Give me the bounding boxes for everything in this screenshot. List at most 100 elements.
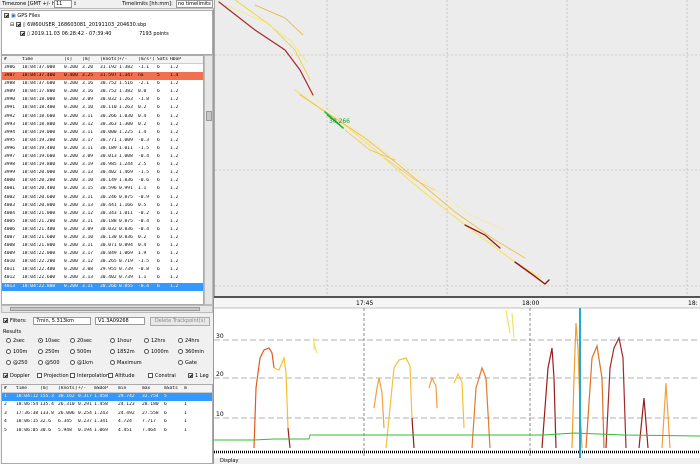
table-column-header[interactable]: [knots] xyxy=(100,57,119,62)
results-row[interactable]: 5 18:06:05 30.6 5.948 0.194 1.069 4.451 7.464 6 1 xyxy=(2,427,212,435)
results-option[interactable]: 2sec xyxy=(6,338,25,344)
results-option[interactable]: 1hour xyxy=(110,338,132,344)
results-column-header[interactable]: max xyxy=(142,386,150,391)
table-row[interactable]: 3998 18:04:19.800 0.200 3.19 30.985 1.244 2.5 6… xyxy=(2,161,203,169)
trackpoint-table[interactable]: # time [s] [m] [knots] +/- [m/s²] Sats HDoP 3986… xyxy=(1,55,204,305)
results-table[interactable]: # time [m] [knots] +/- mSDoP min max mSats m 1 18:… xyxy=(1,384,213,464)
results-checkbox-item[interactable]: Altitude xyxy=(108,373,135,379)
scroll-thumb[interactable] xyxy=(206,111,212,121)
radio-button[interactable] xyxy=(38,360,43,365)
results-option[interactable]: 250m xyxy=(38,349,59,355)
results-column-header[interactable]: mSDoP xyxy=(94,386,108,391)
table-row[interactable]: 3995 18:04:19.200 0.200 3.17 30.771 1.009 -0.3… xyxy=(2,137,203,145)
table-row[interactable]: 3996 18:04:19.400 0.200 3.11 30.189 1.011 -1.5… xyxy=(2,145,203,153)
radio-button[interactable] xyxy=(178,360,183,365)
timezone-input[interactable]: 11 xyxy=(54,0,72,8)
radio-button[interactable] xyxy=(70,360,75,365)
filters-checkbox[interactable] xyxy=(3,318,8,323)
radio-button[interactable] xyxy=(110,349,115,354)
table-row[interactable]: 4006 18:04:21.400 0.200 3.09 30.032 0.836 -0.4… xyxy=(2,226,203,234)
table-row[interactable]: 3989 18:04:17.800 0.200 3.16 30.752 1.382 0.0 6… xyxy=(2,88,203,96)
radio-button[interactable] xyxy=(70,338,75,343)
results-column-header[interactable]: time xyxy=(16,386,27,391)
radio-button[interactable] xyxy=(144,349,149,354)
table-row[interactable]: 3987 18:04:37.400 0.400 3.25 31.597 1.347 na 5 1… xyxy=(2,72,203,81)
table-column-header[interactable]: +/- xyxy=(119,57,127,62)
table-row[interactable]: 3994 18:04:19.000 0.200 3.11 30.000 1.225 1.4 6… xyxy=(2,129,203,137)
results-option[interactable]: 1000m xyxy=(144,349,169,355)
results-checkbox-item[interactable]: 1 Leg xyxy=(188,373,209,379)
table-row[interactable]: 3999 18:04:20.000 0.200 3.13 30.402 1.469 -1.5… xyxy=(2,169,203,177)
table-row[interactable]: 4003 18:04:20.800 0.200 3.13 30.441 1.166 0.5 6… xyxy=(2,202,203,210)
results-option[interactable]: 1852m xyxy=(110,349,135,355)
checkbox[interactable] xyxy=(188,373,193,378)
table-row[interactable]: 4009 18:04:22.000 0.200 3.17 30.849 1.069 1.9 6… xyxy=(2,250,203,258)
table-column-header[interactable]: [s] xyxy=(64,57,72,62)
table-column-header[interactable]: [m/s²] xyxy=(138,57,155,62)
table-column-header[interactable]: time xyxy=(22,57,33,62)
table-row[interactable]: 3988 18:04:37.600 0.200 3.16 30.752 1.516 -2.1… xyxy=(2,80,203,88)
table-row[interactable]: 4008 18:04:21.800 0.200 3.11 30.071 0.894 0.4 6… xyxy=(2,242,203,250)
table-row[interactable]: 4005 18:04:21.200 0.200 3.11 30.188 0.875 -0.4… xyxy=(2,218,203,226)
tree-file[interactable]: ⊟ ▯ 6W60USER_168603081_20191103_204630.s… xyxy=(10,22,146,28)
radio-button[interactable] xyxy=(110,360,115,365)
results-column-header[interactable]: min xyxy=(118,386,126,391)
table-row[interactable]: 4002 18:04:20.600 0.200 3.11 30.246 0.875 -0.9… xyxy=(2,194,203,202)
radio-button[interactable] xyxy=(144,338,149,343)
table-row[interactable]: 4004 18:04:21.000 0.200 3.12 30.343 1.011 -0.2… xyxy=(2,210,203,218)
results-option[interactable]: Gate xyxy=(178,360,197,366)
results-checkbox-item[interactable]: Constrai xyxy=(148,373,176,379)
radio-button[interactable] xyxy=(6,349,11,354)
table-column-header[interactable]: Sats xyxy=(157,57,168,62)
results-row[interactable]: 4 18:06:15 32.6 6.345 0.237 1.341 4.724 7.717 6 1 xyxy=(2,418,212,426)
results-option[interactable]: 20sec xyxy=(70,338,92,344)
table-row[interactable]: 4001 18:04:20.400 0.200 3.15 30.596 0.991 1.1 6… xyxy=(2,185,203,193)
results-column-header[interactable]: mSats xyxy=(164,386,178,391)
results-column-header[interactable]: # xyxy=(4,386,7,391)
table-row[interactable]: 4007 18:04:21.600 0.200 3.10 30.130 0.836 0.2 6… xyxy=(2,234,203,242)
table-column-header[interactable]: HDoP xyxy=(170,57,181,62)
checkbox[interactable] xyxy=(3,373,8,378)
results-column-header[interactable]: [m] xyxy=(40,386,48,391)
track-map[interactable]: 30.266 xyxy=(214,0,700,296)
table-column-header[interactable]: # xyxy=(4,57,7,62)
filters-checkbox-group[interactable]: Filters: xyxy=(3,318,27,324)
results-option[interactable]: 500m xyxy=(70,349,91,355)
radio-button[interactable] xyxy=(38,338,43,343)
table-row[interactable]: 3993 18:04:18.800 0.200 3.12 30.363 1.300 0.2 6… xyxy=(2,121,203,129)
results-column-header[interactable]: +/- xyxy=(78,386,86,391)
table-row[interactable]: 4010 18:04:22.200 0.200 3.12 30.265 0.719 -1.5… xyxy=(2,258,203,266)
results-option[interactable]: 100m xyxy=(6,349,27,355)
speed-graph[interactable]: 17:45 18:00 18: 30 20 10 xyxy=(214,296,700,464)
table-row[interactable]: 3990 18:04:18.000 0.200 3.09 30.032 1.263 -1.8… xyxy=(2,96,203,104)
graph-canvas[interactable]: 17:45 18:00 18: 30 20 10 xyxy=(214,298,700,460)
session-checkbox[interactable] xyxy=(20,31,25,36)
table-row[interactable]: 4013 18:04:22.800 0.200 3.11 30.266 0.855 -0.4… xyxy=(2,282,203,291)
radio-button[interactable] xyxy=(178,338,183,343)
table-row[interactable]: 3991 18:04:18.400 0.200 3.10 30.110 1.263 0.2 6… xyxy=(2,104,203,112)
no-timelimits-checkbox[interactable]: no timelimits xyxy=(176,0,213,8)
results-column-header[interactable]: [knots] xyxy=(58,386,77,391)
table-row[interactable]: 4011 18:04:22.400 0.200 3.08 29.955 0.739 -0.8… xyxy=(2,266,203,274)
results-option[interactable]: Maximum xyxy=(110,360,142,366)
results-option[interactable]: 10sec xyxy=(38,338,60,344)
results-option[interactable]: 24hrs xyxy=(178,338,199,344)
checkbox[interactable] xyxy=(108,373,113,378)
map-canvas[interactable]: 30.266 xyxy=(215,0,700,296)
time-cursor[interactable] xyxy=(579,308,581,460)
table-horizontal-scrollbar[interactable] xyxy=(1,305,213,313)
radio-button[interactable] xyxy=(6,360,11,365)
table-row[interactable]: 4000 18:04:20.200 0.200 3.10 30.149 1.836 -0.6… xyxy=(2,177,203,185)
table-row[interactable]: 4012 18:04:22.600 0.200 3.13 30.402 0.739 1.1 6… xyxy=(2,274,203,282)
table-row[interactable]: 3992 18:04:18.600 0.200 3.11 30.266 1.030 0.4 6… xyxy=(2,113,203,121)
table-row[interactable]: 3997 18:04:19.600 0.200 3.09 30.013 1.008 -0.4… xyxy=(2,153,203,161)
checkbox[interactable] xyxy=(70,373,75,378)
radio-button[interactable] xyxy=(110,338,115,343)
results-option[interactable]: 12hrs xyxy=(144,338,165,344)
tree-root[interactable]: ▣ GPS Files xyxy=(4,13,40,19)
table-row[interactable]: 3986 18:04:37.000 0.200 3.20 31.192 1.382 -1.1… xyxy=(2,64,203,72)
results-option[interactable]: @500 xyxy=(38,360,60,366)
results-option[interactable]: @250 xyxy=(6,360,28,366)
expand-icon[interactable]: ⊟ xyxy=(10,22,14,28)
file-checkbox[interactable] xyxy=(15,22,21,27)
